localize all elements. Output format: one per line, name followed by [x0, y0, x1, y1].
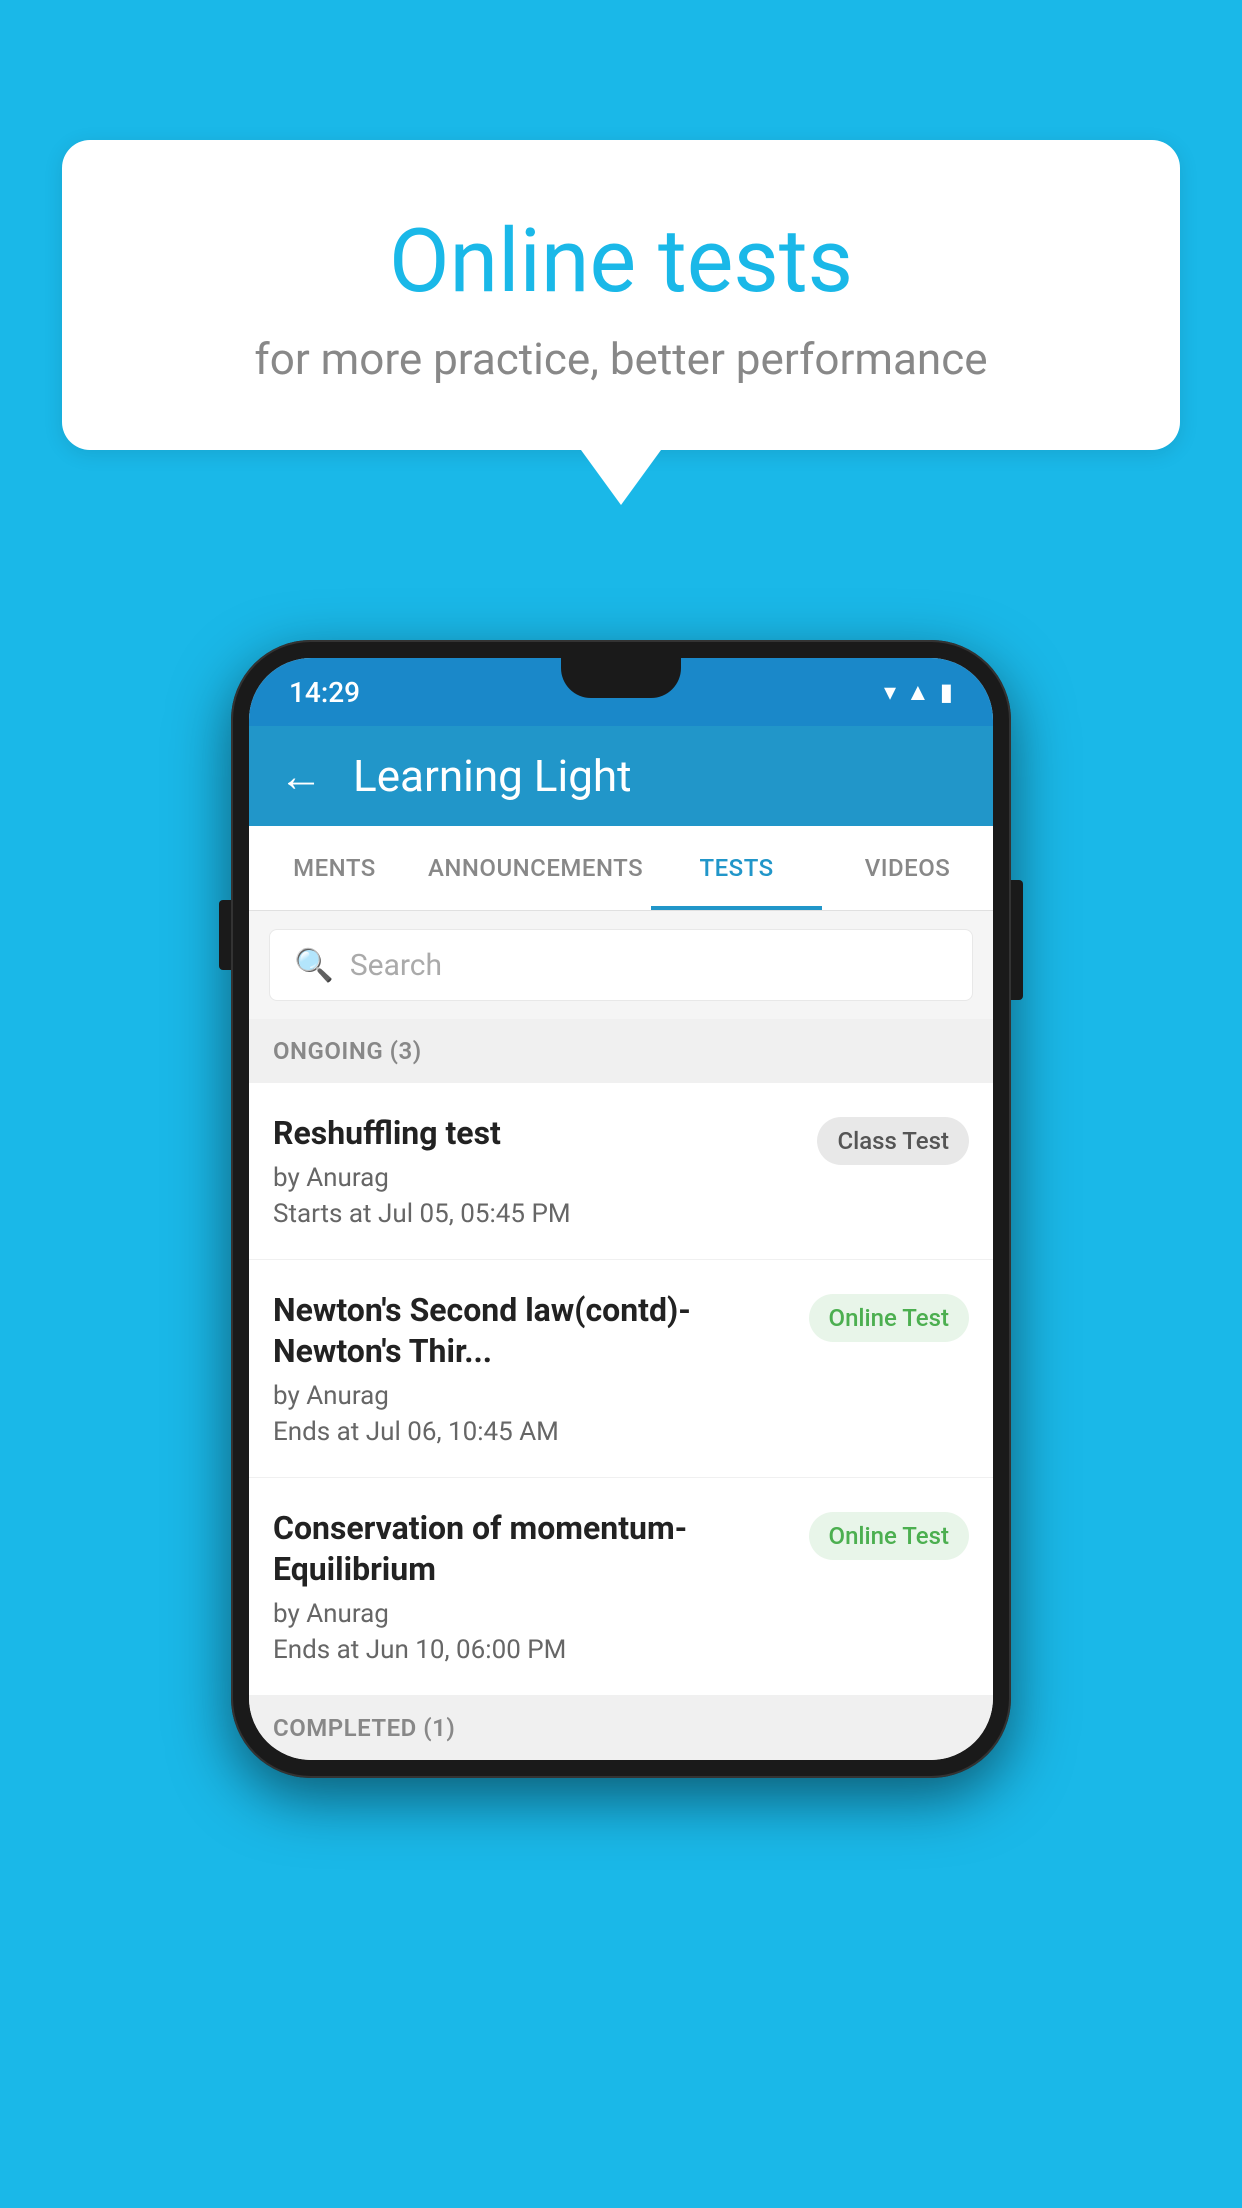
test-info-1: Reshuffling test by Anurag Starts at Jul… [273, 1113, 797, 1229]
phone-outer: 14:29 ▾ ▲ ▮ ← Learning Light MENTS ANNOU… [231, 640, 1011, 1778]
test-list: Reshuffling test by Anurag Starts at Jul… [249, 1083, 993, 1696]
phone-wrapper: 14:29 ▾ ▲ ▮ ← Learning Light MENTS ANNOU… [231, 640, 1011, 1778]
search-placeholder: Search [350, 948, 442, 983]
test-name-3: Conservation of momentum-Equilibrium [273, 1508, 789, 1591]
speech-bubble-subtitle: for more practice, better performance [142, 333, 1100, 385]
search-icon: 🔍 [294, 946, 334, 984]
test-name-2: Newton's Second law(contd)-Newton's Thir… [273, 1290, 789, 1373]
status-icons: ▾ ▲ ▮ [884, 678, 953, 707]
completed-section-title: COMPLETED (1) [273, 1714, 455, 1742]
test-item[interactable]: Newton's Second law(contd)-Newton's Thir… [249, 1260, 993, 1478]
status-bar: 14:29 ▾ ▲ ▮ [249, 658, 993, 726]
app-title: Learning Light [353, 750, 632, 802]
speech-bubble-arrow [581, 450, 661, 505]
speech-bubble-title: Online tests [142, 210, 1100, 313]
test-info-3: Conservation of momentum-Equilibrium by … [273, 1508, 789, 1665]
app-header: ← Learning Light [249, 726, 993, 826]
tab-announcements[interactable]: ANNOUNCEMENTS [420, 826, 651, 910]
test-by-2: by Anurag [273, 1381, 789, 1411]
tab-ments[interactable]: MENTS [249, 826, 420, 910]
back-button[interactable]: ← [279, 750, 323, 802]
test-item[interactable]: Conservation of momentum-Equilibrium by … [249, 1478, 993, 1696]
test-item[interactable]: Reshuffling test by Anurag Starts at Jul… [249, 1083, 993, 1260]
test-name-1: Reshuffling test [273, 1113, 797, 1155]
test-badge-1: Class Test [817, 1117, 969, 1165]
test-time-2: Ends at Jul 06, 10:45 AM [273, 1417, 789, 1447]
test-by-3: by Anurag [273, 1599, 789, 1629]
tab-videos[interactable]: VIDEOS [822, 826, 993, 910]
test-badge-3: Online Test [809, 1512, 969, 1560]
test-time-1: Starts at Jul 05, 05:45 PM [273, 1199, 797, 1229]
tabs-container: MENTS ANNOUNCEMENTS TESTS VIDEOS [249, 826, 993, 911]
ongoing-section-title: ONGOING (3) [273, 1037, 422, 1065]
tab-tests[interactable]: TESTS [651, 826, 822, 910]
phone-screen: 14:29 ▾ ▲ ▮ ← Learning Light MENTS ANNOU… [249, 658, 993, 1760]
wifi-icon: ▾ [884, 678, 896, 706]
ongoing-section-header: ONGOING (3) [249, 1019, 993, 1083]
speech-bubble-container: Online tests for more practice, better p… [62, 140, 1180, 505]
search-container: 🔍 Search [249, 911, 993, 1019]
search-bar[interactable]: 🔍 Search [269, 929, 973, 1001]
completed-section-header: COMPLETED (1) [249, 1696, 993, 1760]
test-badge-2: Online Test [809, 1294, 969, 1342]
notch [561, 658, 681, 698]
test-time-3: Ends at Jun 10, 06:00 PM [273, 1635, 789, 1665]
test-info-2: Newton's Second law(contd)-Newton's Thir… [273, 1290, 789, 1447]
speech-bubble: Online tests for more practice, better p… [62, 140, 1180, 450]
test-by-1: by Anurag [273, 1163, 797, 1193]
status-time: 14:29 [289, 676, 360, 709]
signal-icon: ▲ [906, 678, 930, 707]
battery-icon: ▮ [940, 678, 953, 706]
